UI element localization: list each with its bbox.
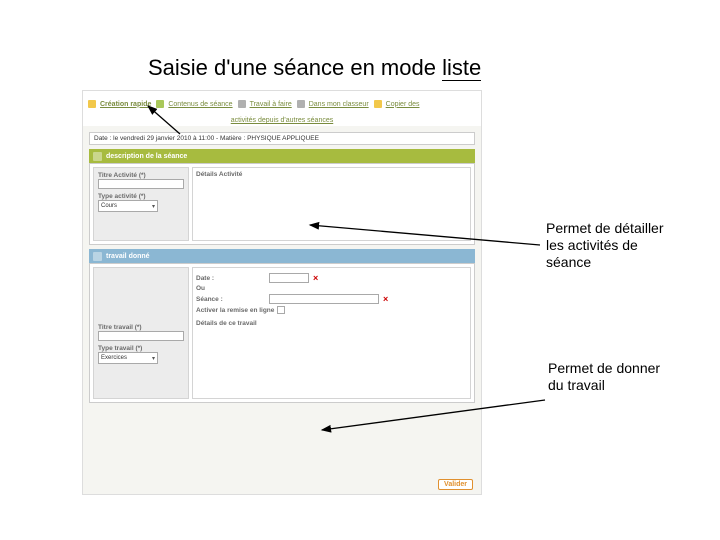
section-description-title: description de la séance: [106, 153, 187, 160]
link-copy[interactable]: Copier des: [386, 101, 420, 108]
toolbar: Création rapide Contenus de séance Trava…: [83, 91, 481, 117]
title-prefix: Saisie d'une séance en mode: [148, 55, 442, 80]
section-travail-title: travail donné: [106, 253, 150, 260]
travail-icon: [93, 252, 102, 261]
label-activity-type: Type activité (*): [98, 193, 184, 200]
copy-icon: [374, 100, 382, 108]
section-travail-header: travail donné: [89, 249, 475, 263]
details-activity-label: Détails Activité: [196, 171, 242, 178]
link-contents[interactable]: Contenus de séance: [168, 101, 232, 108]
validate-button[interactable]: Valider: [438, 479, 473, 490]
section-description-header: description de la séance: [89, 149, 475, 163]
link-classroom[interactable]: Dans mon classeur: [309, 101, 369, 108]
clear-date-icon[interactable]: ×: [312, 273, 319, 283]
clear-seance-icon[interactable]: ×: [382, 294, 389, 304]
link-creation-rapide[interactable]: Création rapide: [100, 101, 151, 108]
title-underlined: liste: [442, 55, 481, 81]
homework-icon: [238, 100, 246, 108]
select-travail-type[interactable]: Exercices ▾: [98, 352, 158, 364]
input-date[interactable]: [269, 273, 309, 283]
chevron-down-icon: ▾: [152, 355, 155, 362]
link-copy-sub[interactable]: activités depuis d'autres séances: [83, 117, 481, 126]
details-travail-label: Détails de ce travail: [196, 320, 257, 327]
chevron-down-icon: ▾: [152, 203, 155, 210]
panel-travail-left: Titre travail (*) Type travail (*) Exerc…: [93, 267, 189, 399]
select-travail-type-value: Exercices: [101, 355, 127, 361]
app-screenshot: Création rapide Contenus de séance Trava…: [82, 90, 482, 495]
select-activity-type-value: Cours: [101, 203, 117, 209]
panel-travail: Titre travail (*) Type travail (*) Exerc…: [89, 263, 475, 403]
select-activity-type[interactable]: Cours ▾: [98, 200, 158, 212]
input-seance[interactable]: [269, 294, 379, 304]
page-icon: [156, 100, 164, 108]
label-date: Date :: [196, 275, 266, 282]
label-seance: Séance :: [196, 296, 266, 303]
annotation-2: Permet de donner du travail: [548, 360, 678, 394]
date-text: Date : le vendredi 29 janvier 2010 à 11:…: [94, 135, 319, 142]
label-online: Activer la remise en ligne: [196, 307, 274, 314]
label-ou: Ou: [196, 285, 266, 292]
star-icon: [88, 100, 96, 108]
input-activity-title[interactable]: [98, 179, 184, 189]
panel-description: Titre Activité (*) Type activité (*) Cou…: [89, 163, 475, 245]
label-travail-type: Type travail (*): [98, 345, 184, 352]
validate-row: Valider: [438, 479, 473, 490]
page-title: Saisie d'une séance en mode liste: [148, 55, 481, 81]
date-bar: Date : le vendredi 29 janvier 2010 à 11:…: [89, 132, 475, 145]
link-homework[interactable]: Travail à faire: [250, 101, 292, 108]
label-travail-title: Titre travail (*): [98, 324, 184, 331]
input-travail-title[interactable]: [98, 331, 184, 341]
description-icon: [93, 152, 102, 161]
panel-travail-details: Date : × Ou Séance : × Activer la remise…: [192, 267, 471, 399]
label-activity-title: Titre Activité (*): [98, 172, 184, 179]
checkbox-online[interactable]: [277, 306, 285, 314]
panel-description-details: Détails Activité: [192, 167, 471, 241]
annotation-1: Permet de détailler les activités de séa…: [546, 220, 676, 270]
panel-description-left: Titre Activité (*) Type activité (*) Cou…: [93, 167, 189, 241]
folder-icon: [297, 100, 305, 108]
